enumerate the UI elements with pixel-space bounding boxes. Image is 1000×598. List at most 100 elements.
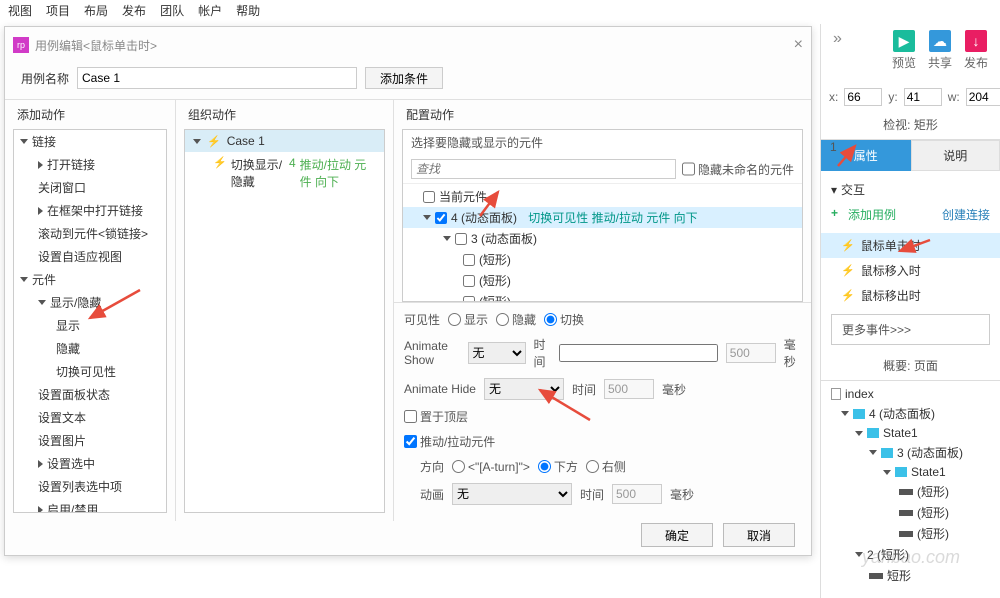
widget-shape[interactable]: (短形) [403,270,802,291]
tree-links[interactable]: 链接 [14,130,166,153]
outline-item[interactable]: 3 (动态面板) [827,442,994,463]
animhide-select[interactable]: 无 [484,378,564,400]
more-events[interactable]: 更多事件>>> [831,314,990,345]
dialog-title: 用例编辑<鼠标单击时> [35,37,157,54]
animshow-time[interactable] [559,344,718,362]
radio-hide[interactable]: 隐藏 [496,311,536,328]
bring-front-checkbox[interactable]: 置于顶层 [404,408,468,425]
shape-icon [899,489,913,495]
lightning-icon: ⚡ [207,135,221,148]
case-name-input[interactable] [77,67,357,89]
actions-tree: 链接 打开链接 关闭窗口 在框架中打开链接 滚动到元件<锁链接> 设置自适应视图… [13,129,167,513]
widget-shape[interactable]: (短形) [403,249,802,270]
outline-item[interactable]: State1 [827,424,994,442]
create-link-link[interactable]: 创建连接 [942,206,990,223]
tree-item[interactable]: 打开链接 [14,153,166,176]
anim-time [612,484,662,504]
radio-show[interactable]: 显示 [448,311,488,328]
outline-item[interactable]: 短形 [827,565,994,586]
tree-item[interactable]: 显示 [14,314,166,337]
time-label: 时间 [534,336,551,370]
menu-project[interactable]: 项目 [46,2,70,22]
tree-showhide[interactable]: 显示/隐藏 [14,291,166,314]
case-node[interactable]: ⚡Case 1 [185,130,384,152]
radio-right[interactable]: 右侧 [586,458,626,475]
outline-root[interactable]: index [827,385,994,403]
tree-item[interactable]: 设置图片 [14,429,166,452]
outline-item[interactable]: 4 (动态面板) [827,403,994,424]
event-mouseenter[interactable]: ⚡鼠标移入时 [821,258,1000,283]
action-node[interactable]: ⚡ 切换显示/隐藏 4 推动/拉动 元件 向下 [185,152,384,194]
menu-view[interactable]: 视图 [8,2,32,22]
expand-panel-icon[interactable]: » [833,30,842,48]
close-icon[interactable]: × [794,36,803,54]
widget-this[interactable]: 当前元件 [403,186,802,207]
tree-item[interactable]: 设置列表选中项 [14,475,166,498]
tool-preview[interactable]: ▶预览 [892,30,916,71]
radio-below[interactable]: 下方 [538,458,578,475]
add-condition-button[interactable]: 添加条件 [365,67,443,89]
menu-account[interactable]: 帐户 [198,2,222,22]
w-input[interactable] [966,88,1000,106]
y-label: y: [888,90,897,104]
radio-below[interactable]: <"[A-turn]"> [452,460,530,474]
outline-item[interactable]: State1 [827,463,994,481]
tree-item[interactable]: 隐藏 [14,337,166,360]
menu-team[interactable]: 团队 [160,2,184,22]
event-mouseleave[interactable]: ⚡鼠标移出时 [821,283,1000,308]
ms-label: 毫秒 [784,336,801,370]
hide-unnamed-checkbox[interactable]: 隐藏未命名的元件 [682,159,794,179]
add-case-link[interactable]: 添加用例 [848,206,896,223]
outline-item[interactable]: (短形) [827,481,994,502]
col3-header: 配置动作 [394,100,811,129]
case-name-label: 用例名称 [21,70,69,87]
case-editor-dialog: rp 用例编辑<鼠标单击时> × 用例名称 添加条件 添加动作 链接 打开链接 … [4,26,812,556]
radio-toggle[interactable]: 切换 [544,311,584,328]
tree-item[interactable]: 关闭窗口 [14,176,166,199]
menu-arrange[interactable]: 布局 [84,2,108,22]
widget-3[interactable]: 3 (动态面板) [403,228,802,249]
time-label: 时间 [580,486,604,503]
tool-publish[interactable]: ↓发布 [964,30,988,71]
y-input[interactable] [904,88,942,106]
outline-item[interactable]: (短形) [827,502,994,523]
w-label: w: [948,90,960,104]
x-input[interactable] [844,88,882,106]
event-click[interactable]: ⚡鼠标单击时 [821,233,1000,258]
search-input[interactable] [411,159,676,179]
animhide-time [604,379,654,399]
panel-icon [867,428,879,438]
tool-share[interactable]: ☁共享 [928,30,952,71]
anim-select[interactable]: 无 [452,483,572,505]
panel-icon [895,467,907,477]
menu-help[interactable]: 帮助 [236,2,260,22]
lightning-icon: ⚡ [213,156,227,190]
tree-item[interactable]: 启用/禁用 [14,498,166,513]
cancel-button[interactable]: 取消 [723,523,795,547]
anim-label: 动画 [420,486,444,503]
tree-item[interactable]: 设置面板状态 [14,383,166,406]
tree-item[interactable]: 设置文本 [14,406,166,429]
app-icon: rp [13,37,29,53]
outline-item[interactable]: (短形) [827,523,994,544]
ix-heading[interactable]: ▾交互 [831,177,990,202]
col2-header: 组织动作 [176,100,393,129]
tree-item[interactable]: 在框架中打开链接 [14,199,166,222]
tab-notes[interactable]: 说明 [911,140,1000,171]
tree-item[interactable]: 滚动到元件<锁链接> [14,222,166,245]
tree-item[interactable]: 设置自适应视图 [14,245,166,268]
tree-widgets[interactable]: 元件 [14,268,166,291]
push-pull-checkbox[interactable]: 推动/拉动元件 [404,433,495,450]
shape-icon [899,531,913,537]
animshow-time [726,343,776,363]
right-panel: » ▶预览 ☁共享 ↓发布 x: y: w: 检视: 矩形 属性 说明 ▾交互 … [820,24,1000,598]
outline-item[interactable]: 2 (短形) [827,544,994,565]
animshow-select[interactable]: 无 [468,342,526,364]
tree-item[interactable]: 设置选中 [14,452,166,475]
widget-shape[interactable]: (短形) [403,291,802,302]
menu-publish[interactable]: 发布 [122,2,146,22]
tree-item[interactable]: 切换可见性 [14,360,166,383]
widget-4[interactable]: 4 (动态面板) 切换可见性 推动/拉动 元件 向下 [403,207,802,228]
canvas-label: 1 [830,140,837,154]
ok-button[interactable]: 确定 [641,523,713,547]
